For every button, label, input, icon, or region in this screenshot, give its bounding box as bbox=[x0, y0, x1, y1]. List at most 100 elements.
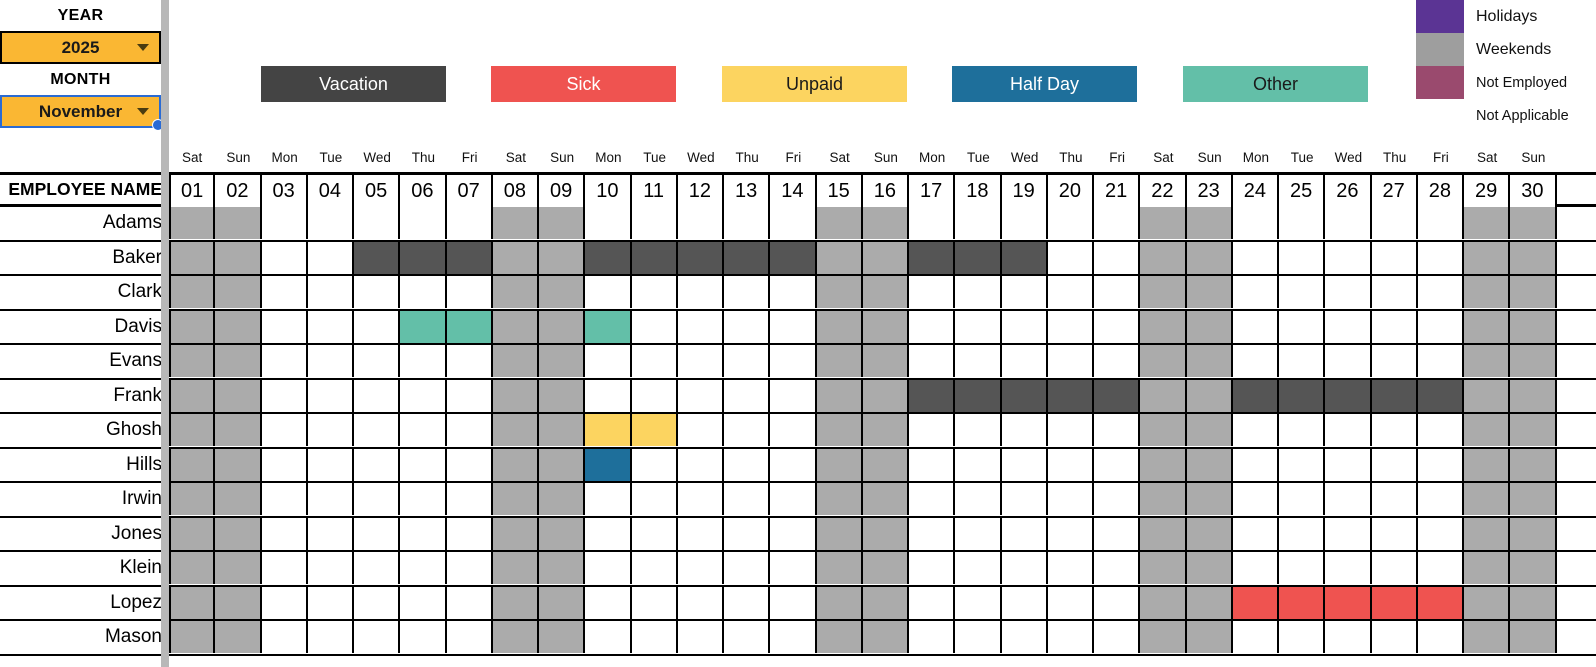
attendance-cell[interactable] bbox=[492, 414, 539, 446]
year-select[interactable]: 2025 bbox=[0, 31, 161, 64]
attendance-cell[interactable] bbox=[1464, 448, 1511, 481]
attendance-cell[interactable] bbox=[307, 483, 354, 515]
employee-name-cell[interactable]: Klein bbox=[0, 552, 167, 587]
attendance-cell[interactable] bbox=[816, 621, 863, 653]
day-number-cell[interactable]: 13 bbox=[724, 175, 771, 207]
day-number-cell[interactable]: 15 bbox=[816, 175, 863, 207]
attendance-cell[interactable] bbox=[1371, 310, 1418, 343]
attendance-cell[interactable] bbox=[1371, 483, 1418, 515]
attendance-cell[interactable] bbox=[354, 517, 401, 550]
attendance-cell[interactable] bbox=[1325, 379, 1372, 412]
attendance-cell[interactable] bbox=[1094, 552, 1141, 584]
attendance-cell[interactable] bbox=[307, 621, 354, 653]
attendance-cell[interactable] bbox=[724, 310, 771, 343]
attendance-cell[interactable] bbox=[539, 241, 586, 274]
attendance-cell[interactable] bbox=[631, 448, 678, 481]
attendance-cell[interactable] bbox=[1186, 310, 1233, 343]
attendance-cell[interactable] bbox=[1232, 448, 1279, 481]
attendance-cell[interactable] bbox=[585, 586, 632, 619]
attendance-cell[interactable] bbox=[909, 483, 956, 515]
attendance-cell[interactable] bbox=[261, 241, 308, 274]
attendance-cell[interactable] bbox=[1464, 345, 1511, 377]
attendance-cell[interactable] bbox=[492, 379, 539, 412]
attendance-cell[interactable] bbox=[677, 379, 724, 412]
attendance-cell[interactable] bbox=[1325, 517, 1372, 550]
attendance-cell[interactable] bbox=[400, 310, 447, 343]
attendance-cell[interactable] bbox=[1464, 207, 1511, 239]
attendance-cell[interactable] bbox=[1325, 276, 1372, 308]
attendance-cell[interactable] bbox=[307, 379, 354, 412]
attendance-cell[interactable] bbox=[770, 241, 817, 274]
attendance-cell[interactable] bbox=[215, 448, 262, 481]
day-number-cell[interactable]: 30 bbox=[1510, 175, 1557, 207]
day-number-cell[interactable]: 11 bbox=[631, 175, 678, 207]
attendance-cell[interactable] bbox=[585, 207, 632, 239]
attendance-cell[interactable] bbox=[446, 448, 493, 481]
attendance-cell[interactable] bbox=[446, 586, 493, 619]
attendance-cell[interactable] bbox=[400, 345, 447, 377]
attendance-cell[interactable] bbox=[1417, 414, 1464, 446]
attendance-cell[interactable] bbox=[1510, 586, 1557, 619]
attendance-cell[interactable] bbox=[492, 448, 539, 481]
attendance-cell[interactable] bbox=[1232, 414, 1279, 446]
attendance-cell[interactable] bbox=[539, 414, 586, 446]
employee-name-cell[interactable]: Ghosh bbox=[0, 414, 167, 449]
attendance-cell[interactable] bbox=[724, 517, 771, 550]
attendance-cell[interactable] bbox=[1094, 310, 1141, 343]
attendance-cell[interactable] bbox=[446, 379, 493, 412]
attendance-cell[interactable] bbox=[677, 414, 724, 446]
attendance-cell[interactable] bbox=[261, 552, 308, 584]
attendance-cell[interactable] bbox=[539, 379, 586, 412]
attendance-cell[interactable] bbox=[862, 276, 909, 308]
attendance-cell[interactable] bbox=[1047, 621, 1094, 653]
day-number-cell[interactable]: 05 bbox=[354, 175, 401, 207]
attendance-cell[interactable] bbox=[261, 276, 308, 308]
attendance-cell[interactable] bbox=[955, 448, 1002, 481]
attendance-cell[interactable] bbox=[400, 586, 447, 619]
attendance-cell[interactable] bbox=[1232, 345, 1279, 377]
attendance-cell[interactable] bbox=[862, 621, 909, 653]
attendance-cell[interactable] bbox=[1232, 207, 1279, 239]
attendance-cell[interactable] bbox=[677, 517, 724, 550]
attendance-cell[interactable] bbox=[724, 207, 771, 239]
attendance-cell[interactable] bbox=[354, 483, 401, 515]
attendance-cell[interactable] bbox=[215, 483, 262, 515]
attendance-cell[interactable] bbox=[1232, 379, 1279, 412]
attendance-cell[interactable] bbox=[1047, 310, 1094, 343]
attendance-cell[interactable] bbox=[585, 483, 632, 515]
attendance-cell[interactable] bbox=[724, 621, 771, 653]
attendance-cell[interactable] bbox=[955, 552, 1002, 584]
attendance-cell[interactable] bbox=[1001, 483, 1048, 515]
day-number-cell[interactable]: 23 bbox=[1186, 175, 1233, 207]
attendance-cell[interactable] bbox=[909, 414, 956, 446]
attendance-cell[interactable] bbox=[909, 448, 956, 481]
attendance-cell[interactable] bbox=[307, 207, 354, 239]
attendance-cell[interactable] bbox=[169, 310, 216, 343]
attendance-cell[interactable] bbox=[354, 310, 401, 343]
attendance-cell[interactable] bbox=[1186, 448, 1233, 481]
attendance-cell[interactable] bbox=[492, 345, 539, 377]
attendance-cell[interactable] bbox=[1279, 310, 1326, 343]
attendance-cell[interactable] bbox=[1510, 207, 1557, 239]
attendance-cell[interactable] bbox=[1371, 345, 1418, 377]
attendance-cell[interactable] bbox=[400, 552, 447, 584]
attendance-cell[interactable] bbox=[770, 276, 817, 308]
attendance-cell[interactable] bbox=[585, 310, 632, 343]
attendance-cell[interactable] bbox=[215, 207, 262, 239]
attendance-cell[interactable] bbox=[677, 345, 724, 377]
attendance-cell[interactable] bbox=[909, 345, 956, 377]
attendance-cell[interactable] bbox=[1279, 621, 1326, 653]
attendance-cell[interactable] bbox=[215, 621, 262, 653]
attendance-cell[interactable] bbox=[169, 448, 216, 481]
attendance-cell[interactable] bbox=[307, 345, 354, 377]
attendance-cell[interactable] bbox=[909, 241, 956, 274]
day-number-cell[interactable]: 06 bbox=[400, 175, 447, 207]
attendance-cell[interactable] bbox=[816, 345, 863, 377]
attendance-cell[interactable] bbox=[1232, 276, 1279, 308]
attendance-cell[interactable] bbox=[909, 207, 956, 239]
attendance-cell[interactable] bbox=[862, 310, 909, 343]
attendance-cell[interactable] bbox=[1186, 483, 1233, 515]
attendance-cell[interactable] bbox=[400, 448, 447, 481]
attendance-cell[interactable] bbox=[215, 379, 262, 412]
attendance-cell[interactable] bbox=[1047, 276, 1094, 308]
